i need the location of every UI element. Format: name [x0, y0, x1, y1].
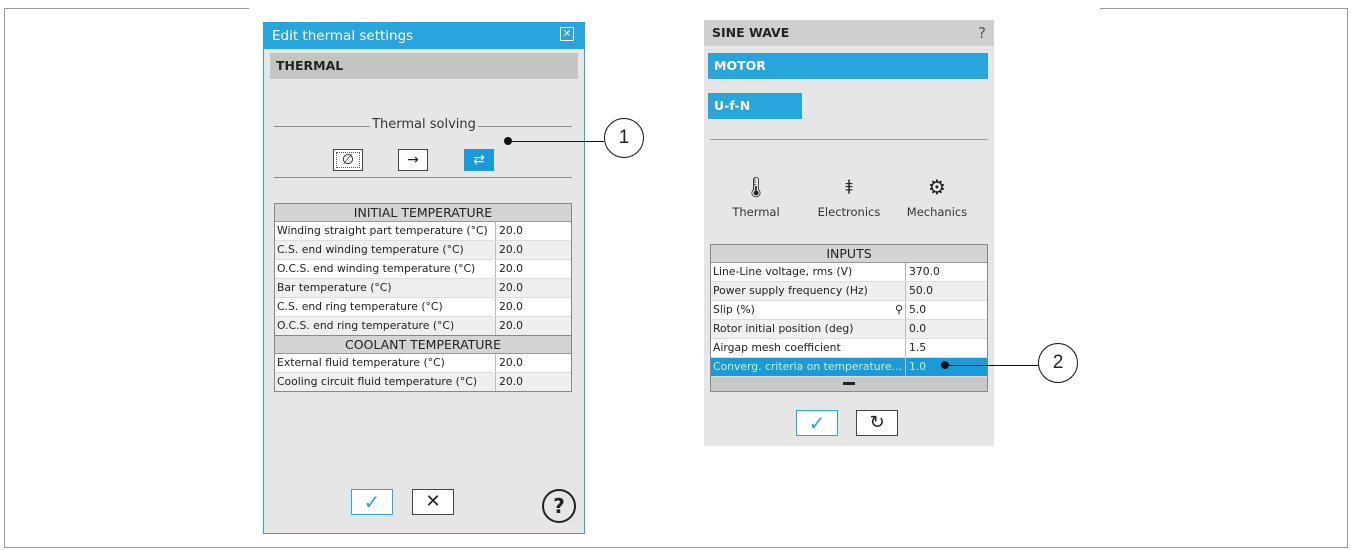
ufn-tab[interactable]: U-f-N: [708, 93, 802, 119]
table-header: INPUTS: [711, 245, 987, 263]
motor-tab[interactable]: MOTOR: [708, 53, 988, 79]
row-value[interactable]: 20.0: [496, 317, 571, 335]
table-header: INITIAL TEMPERATURE: [275, 204, 571, 222]
reset-icon: ↻: [869, 412, 885, 433]
minus-icon: [843, 382, 855, 385]
check-icon: ✓: [808, 411, 826, 435]
thermal-mode-none-button[interactable]: ∅: [333, 149, 363, 171]
callout-2-line: [945, 365, 1038, 366]
row-value[interactable]: 20.0: [496, 373, 571, 391]
row-value[interactable]: 5.0: [906, 301, 987, 319]
coolant-temperature-table: COOLANT TEMPERATURE External fluid tempe…: [274, 335, 572, 392]
thermal-solving-label: Thermal solving: [370, 117, 478, 132]
empty-set-icon: ∅: [341, 152, 355, 168]
close-icon[interactable]: ✕: [560, 27, 574, 41]
collapse-bar[interactable]: [711, 377, 987, 391]
electronics-tool-button[interactable]: ⯒ Electronics: [809, 172, 889, 219]
row-label: Airgap mesh coefficient: [711, 339, 906, 357]
diode-icon: ⯒: [844, 175, 854, 199]
table-row[interactable]: Airgap mesh coefficient 1.5: [711, 339, 987, 358]
panel-title: SINE WAVE: [712, 25, 790, 40]
thermal-tool-button[interactable]: 🌡 Thermal: [716, 172, 796, 219]
row-label: C.S. end winding temperature (°C): [275, 241, 496, 259]
row-label: O.C.S. end winding temperature (°C): [275, 260, 496, 278]
ok-button[interactable]: ✓: [351, 489, 393, 515]
row-label: External fluid temperature (°C): [275, 354, 496, 372]
reset-button[interactable]: ↻: [856, 410, 898, 436]
callout-2-marker: 2: [1038, 343, 1078, 383]
table-row[interactable]: Slip (%) ⚲ 5.0: [711, 301, 987, 320]
frame-border-top: [4, 8, 249, 9]
row-value[interactable]: 20.0: [496, 222, 571, 240]
row-value[interactable]: 20.0: [496, 298, 571, 316]
row-value[interactable]: 1.5: [906, 339, 987, 357]
row-label: Slip (%) ⚲: [711, 301, 906, 319]
panel-divider: [710, 139, 988, 140]
tool-label: Electronics: [817, 205, 881, 219]
table-row[interactable]: External fluid temperature (°C) 20.0: [275, 354, 571, 373]
table-row[interactable]: Cooling circuit fluid temperature (°C) 20…: [275, 373, 571, 391]
table-row[interactable]: O.C.S. end winding temperature (°C) 20.0: [275, 260, 571, 279]
arrow-right-icon: →: [407, 152, 419, 168]
tool-label: Thermal: [732, 205, 780, 219]
row-label: Winding straight part temperature (°C): [275, 222, 496, 240]
table-row[interactable]: O.C.S. end ring temperature (°C) 20.0: [275, 317, 571, 335]
mechanics-tool-button[interactable]: ⚙ Mechanics: [897, 172, 977, 219]
table-header: COOLANT TEMPERATURE: [275, 336, 571, 354]
table-row[interactable]: Bar temperature (°C) 20.0: [275, 279, 571, 298]
table-row[interactable]: Rotor initial position (deg) 0.0: [711, 320, 987, 339]
inputs-table: INPUTS Line-Line voltage, rms (V) 370.0 P…: [710, 244, 988, 392]
help-icon[interactable]: ?: [542, 489, 576, 523]
panel-title-bar: SINE WAVE ?: [704, 20, 994, 46]
table-row[interactable]: Winding straight part temperature (°C) 20…: [275, 222, 571, 241]
table-row[interactable]: C.S. end ring temperature (°C) 20.0: [275, 298, 571, 317]
sine-wave-panel: SINE WAVE ? MOTOR U-f-N 🌡 Thermal ⯒ Elec…: [704, 20, 994, 446]
cancel-button[interactable]: ✕: [412, 489, 454, 515]
frame-border-top-right: [1100, 8, 1348, 9]
row-label: Converg. criteria on temperature...: [711, 358, 906, 376]
row-value[interactable]: 20.0: [496, 279, 571, 297]
row-label: Bar temperature (°C): [275, 279, 496, 297]
section-header-thermal: THERMAL: [270, 53, 578, 79]
thermometer-icon: 🌡: [743, 175, 769, 199]
dialog-title: Edit thermal settings: [272, 28, 414, 44]
callout-1-line: [508, 141, 604, 142]
row-value[interactable]: 20.0: [496, 241, 571, 259]
help-icon[interactable]: ?: [978, 20, 986, 46]
tool-label: Mechanics: [906, 205, 968, 219]
row-label: Line-Line voltage, rms (V): [711, 263, 906, 281]
thermal-mode-oneway-button[interactable]: →: [398, 149, 428, 171]
row-label: Power supply frequency (Hz): [711, 282, 906, 300]
callout-1-marker: 1: [604, 118, 644, 158]
bidirectional-arrows-icon: ⇄: [473, 152, 485, 168]
initial-temperature-table: INITIAL TEMPERATURE Winding straight par…: [274, 203, 572, 336]
row-value[interactable]: 20.0: [496, 260, 571, 278]
group-divider: [274, 177, 572, 178]
dialog-title-bar: Edit thermal settings ✕: [264, 23, 584, 49]
row-label: Rotor initial position (deg): [711, 320, 906, 338]
frame-border-left: [4, 8, 5, 548]
row-value[interactable]: 0.0: [906, 320, 987, 338]
edit-thermal-settings-dialog: Edit thermal settings ✕ THERMAL Thermal …: [263, 22, 585, 534]
frame-border-right: [1347, 8, 1348, 548]
table-row[interactable]: Line-Line voltage, rms (V) 370.0: [711, 263, 987, 282]
link-icon[interactable]: ⚲: [895, 301, 903, 319]
gears-icon: ⚙: [928, 175, 946, 199]
row-value[interactable]: 50.0: [906, 282, 987, 300]
cross-icon: ✕: [425, 491, 441, 512]
row-label: C.S. end ring temperature (°C): [275, 298, 496, 316]
table-row[interactable]: C.S. end winding temperature (°C) 20.0: [275, 241, 571, 260]
row-value[interactable]: 370.0: [906, 263, 987, 281]
row-label: O.C.S. end ring temperature (°C): [275, 317, 496, 335]
table-row[interactable]: Power supply frequency (Hz) 50.0: [711, 282, 987, 301]
ok-button[interactable]: ✓: [796, 410, 838, 436]
check-icon: ✓: [363, 490, 381, 514]
row-value[interactable]: 20.0: [496, 354, 571, 372]
row-label: Cooling circuit fluid temperature (°C): [275, 373, 496, 391]
thermal-mode-twoway-button[interactable]: ⇄: [464, 149, 494, 171]
frame-border-bottom: [4, 547, 1348, 548]
